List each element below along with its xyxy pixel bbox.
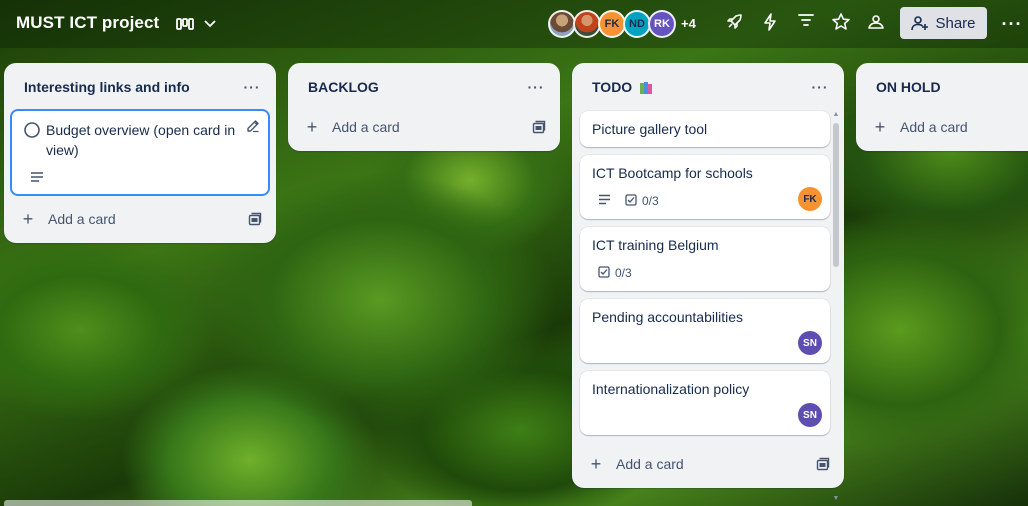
add-card-button[interactable]: + Add a card: [296, 111, 552, 143]
plus-icon: +: [590, 453, 602, 474]
more-members-count[interactable]: +4: [681, 10, 696, 38]
card-title: Budget overview (open card in view): [46, 122, 236, 158]
workspace-visibility-icon: [864, 12, 888, 32]
member-avatar-nd[interactable]: ND: [623, 10, 651, 38]
card-ict-training-belgium[interactable]: ICT training Belgium 0/3: [580, 227, 830, 291]
add-card-button[interactable]: + Add a card: [864, 111, 1020, 143]
add-card-label: Add a card: [48, 211, 116, 227]
checklist-badge: 0/3: [598, 265, 632, 281]
board-title[interactable]: MUST ICT project: [16, 13, 159, 33]
scroll-down-icon[interactable]: ▼: [832, 495, 840, 503]
lightning-icon: [758, 12, 782, 32]
card-member-avatar[interactable]: SN: [798, 331, 822, 355]
more-icon: ···: [1001, 13, 1023, 34]
list-header[interactable]: TODO ···: [572, 63, 844, 109]
board-horizontal-scrollbar[interactable]: [4, 500, 472, 506]
more-icon: ···: [527, 79, 545, 95]
board-header: MUST ICT project FK ND RK +4 Share ···: [0, 0, 1028, 48]
list-title[interactable]: TODO: [592, 79, 654, 95]
card-picture-gallery[interactable]: Picture gallery tool: [580, 111, 830, 147]
star-icon: [829, 12, 853, 32]
list-todo: TODO ··· Picture gallery tool ICT Bootca…: [572, 63, 844, 502]
board-views-icon: [176, 17, 194, 31]
plus-icon: +: [306, 116, 318, 137]
rocket-icon: [722, 12, 746, 32]
description-icon: [598, 194, 611, 208]
list-title[interactable]: BACKLOG: [308, 79, 379, 95]
card-member-avatar[interactable]: FK: [798, 187, 822, 211]
card-title: Internationalization policy: [592, 381, 750, 397]
board-members[interactable]: FK ND RK +4: [548, 10, 696, 38]
card-template-icon[interactable]: [816, 457, 830, 471]
card-title: Pending accountabilities: [592, 309, 743, 325]
add-card-button[interactable]: + Add a card: [12, 203, 268, 235]
checklist-badge: 0/3: [625, 193, 659, 209]
list-menu-button[interactable]: ···: [524, 75, 548, 99]
card-template-icon[interactable]: [532, 120, 546, 134]
list-title-text: TODO: [592, 79, 633, 95]
card-budget-overview[interactable]: Budget overview (open card in view): [10, 109, 270, 196]
star-board-button[interactable]: [829, 12, 853, 36]
plus-icon: +: [874, 116, 886, 137]
filter-icon: [794, 12, 818, 28]
share-label: Share: [935, 14, 976, 32]
list-scrollbar[interactable]: ▲ ▼: [832, 111, 840, 503]
card-member-avatar[interactable]: SN: [798, 403, 822, 427]
card-title: ICT Bootcamp for schools: [592, 165, 753, 181]
chevron-down-icon: [204, 20, 216, 28]
checkbox-icon: [598, 265, 610, 281]
card-complete-circle-icon[interactable]: [24, 122, 40, 143]
member-avatar-rk[interactable]: RK: [648, 10, 676, 38]
plus-icon: +: [22, 208, 34, 229]
card-internationalization-policy[interactable]: Internationalization policy SN: [580, 371, 830, 435]
card-template-icon[interactable]: [248, 212, 262, 226]
add-card-button[interactable]: + Add a card: [580, 448, 836, 480]
checklist-count: 0/3: [615, 266, 632, 280]
more-icon: ···: [811, 79, 829, 95]
list-header[interactable]: ON HOLD: [856, 63, 1028, 109]
member-avatar[interactable]: [548, 10, 576, 38]
list-header[interactable]: Interesting links and info ···: [4, 63, 276, 109]
power-ups-button[interactable]: [722, 12, 746, 36]
share-person-icon: [911, 15, 929, 31]
books-emoji-icon: [640, 81, 654, 94]
card-badges: 0/3: [598, 265, 632, 281]
filter-button[interactable]: [794, 12, 818, 36]
list-menu-button[interactable]: ···: [240, 75, 264, 99]
list-title[interactable]: Interesting links and info: [24, 79, 190, 95]
list-on-hold: ON HOLD + Add a card: [856, 63, 1028, 151]
card-title: Picture gallery tool: [592, 121, 708, 137]
add-card-label: Add a card: [616, 456, 684, 472]
share-button[interactable]: Share: [900, 7, 987, 39]
list-menu-button[interactable]: ···: [808, 75, 832, 99]
list-title[interactable]: ON HOLD: [876, 79, 941, 95]
checkbox-icon: [625, 193, 637, 209]
scroll-up-icon[interactable]: ▲: [832, 111, 840, 119]
scrollbar-thumb[interactable]: [833, 123, 839, 267]
automation-button[interactable]: [758, 12, 782, 36]
card-pending-accountabilities[interactable]: Pending accountabilities SN: [580, 299, 830, 363]
list-header[interactable]: BACKLOG ···: [288, 63, 560, 109]
list-interesting-links: Interesting links and info ··· Budget ov…: [4, 63, 276, 243]
visibility-button[interactable]: [864, 12, 888, 36]
edit-card-icon[interactable]: [244, 117, 262, 135]
checklist-count: 0/3: [642, 194, 659, 208]
description-icon: [30, 170, 44, 188]
add-card-label: Add a card: [900, 119, 968, 135]
card-badges: 0/3: [598, 193, 659, 209]
member-avatar[interactable]: [573, 10, 601, 38]
more-icon: ···: [243, 79, 261, 95]
board-menu-button[interactable]: ···: [998, 10, 1026, 38]
board-view-switcher[interactable]: [176, 12, 220, 36]
card-ict-bootcamp[interactable]: ICT Bootcamp for schools 0/3 FK: [580, 155, 830, 219]
member-avatar-fk[interactable]: FK: [598, 10, 626, 38]
list-backlog: BACKLOG ··· + Add a card: [288, 63, 560, 151]
card-title: ICT training Belgium: [592, 237, 719, 253]
add-card-label: Add a card: [332, 119, 400, 135]
